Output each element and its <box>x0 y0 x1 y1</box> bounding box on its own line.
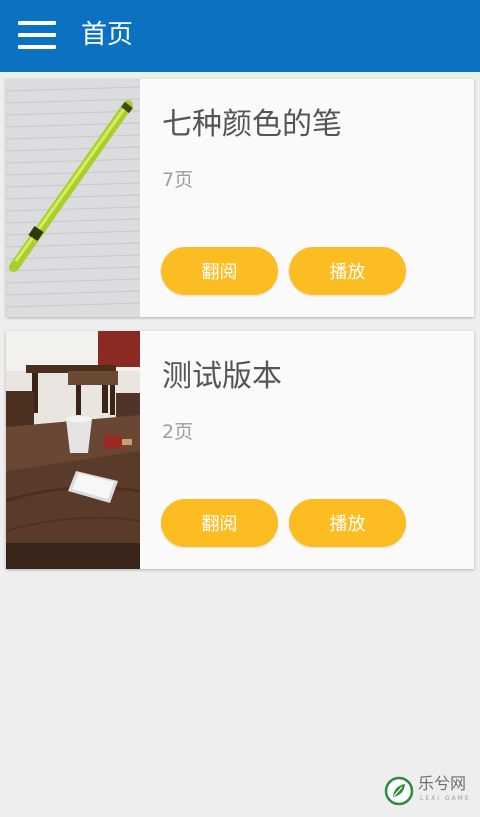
book-card[interactable]: 测试版本 2页 翻阅 播放 <box>6 331 474 569</box>
menu-line <box>18 21 56 25</box>
watermark: 乐兮网 LEXI GAME <box>384 774 474 808</box>
page-count: 2页 <box>162 421 194 443</box>
app-bar: 首页 <box>0 0 480 72</box>
play-button[interactable]: 播放 <box>289 499 406 547</box>
page-title: 首页 <box>81 20 134 50</box>
yellow-pen-photo <box>6 79 140 317</box>
leaf-logo-icon <box>384 776 414 806</box>
play-button[interactable]: 播放 <box>289 247 406 295</box>
book-card[interactable]: 七种颜色的笔 7页 翻阅 播放 <box>6 79 474 317</box>
page-count: 7页 <box>162 169 194 191</box>
book-title: 测试版本 <box>162 359 282 394</box>
watermark-text: 乐兮网 <box>418 774 467 793</box>
book-cover-image[interactable] <box>6 79 140 317</box>
menu-line <box>18 45 56 49</box>
book-cover-image[interactable] <box>6 331 140 569</box>
book-title: 七种颜色的笔 <box>162 107 342 142</box>
hamburger-menu-icon[interactable] <box>18 21 56 49</box>
read-button[interactable]: 翻阅 <box>161 247 278 295</box>
watermark-subtext: LEXI GAME <box>420 795 471 802</box>
menu-line <box>18 33 56 37</box>
read-button[interactable]: 翻阅 <box>161 499 278 547</box>
table-with-phone-photo <box>6 331 140 569</box>
